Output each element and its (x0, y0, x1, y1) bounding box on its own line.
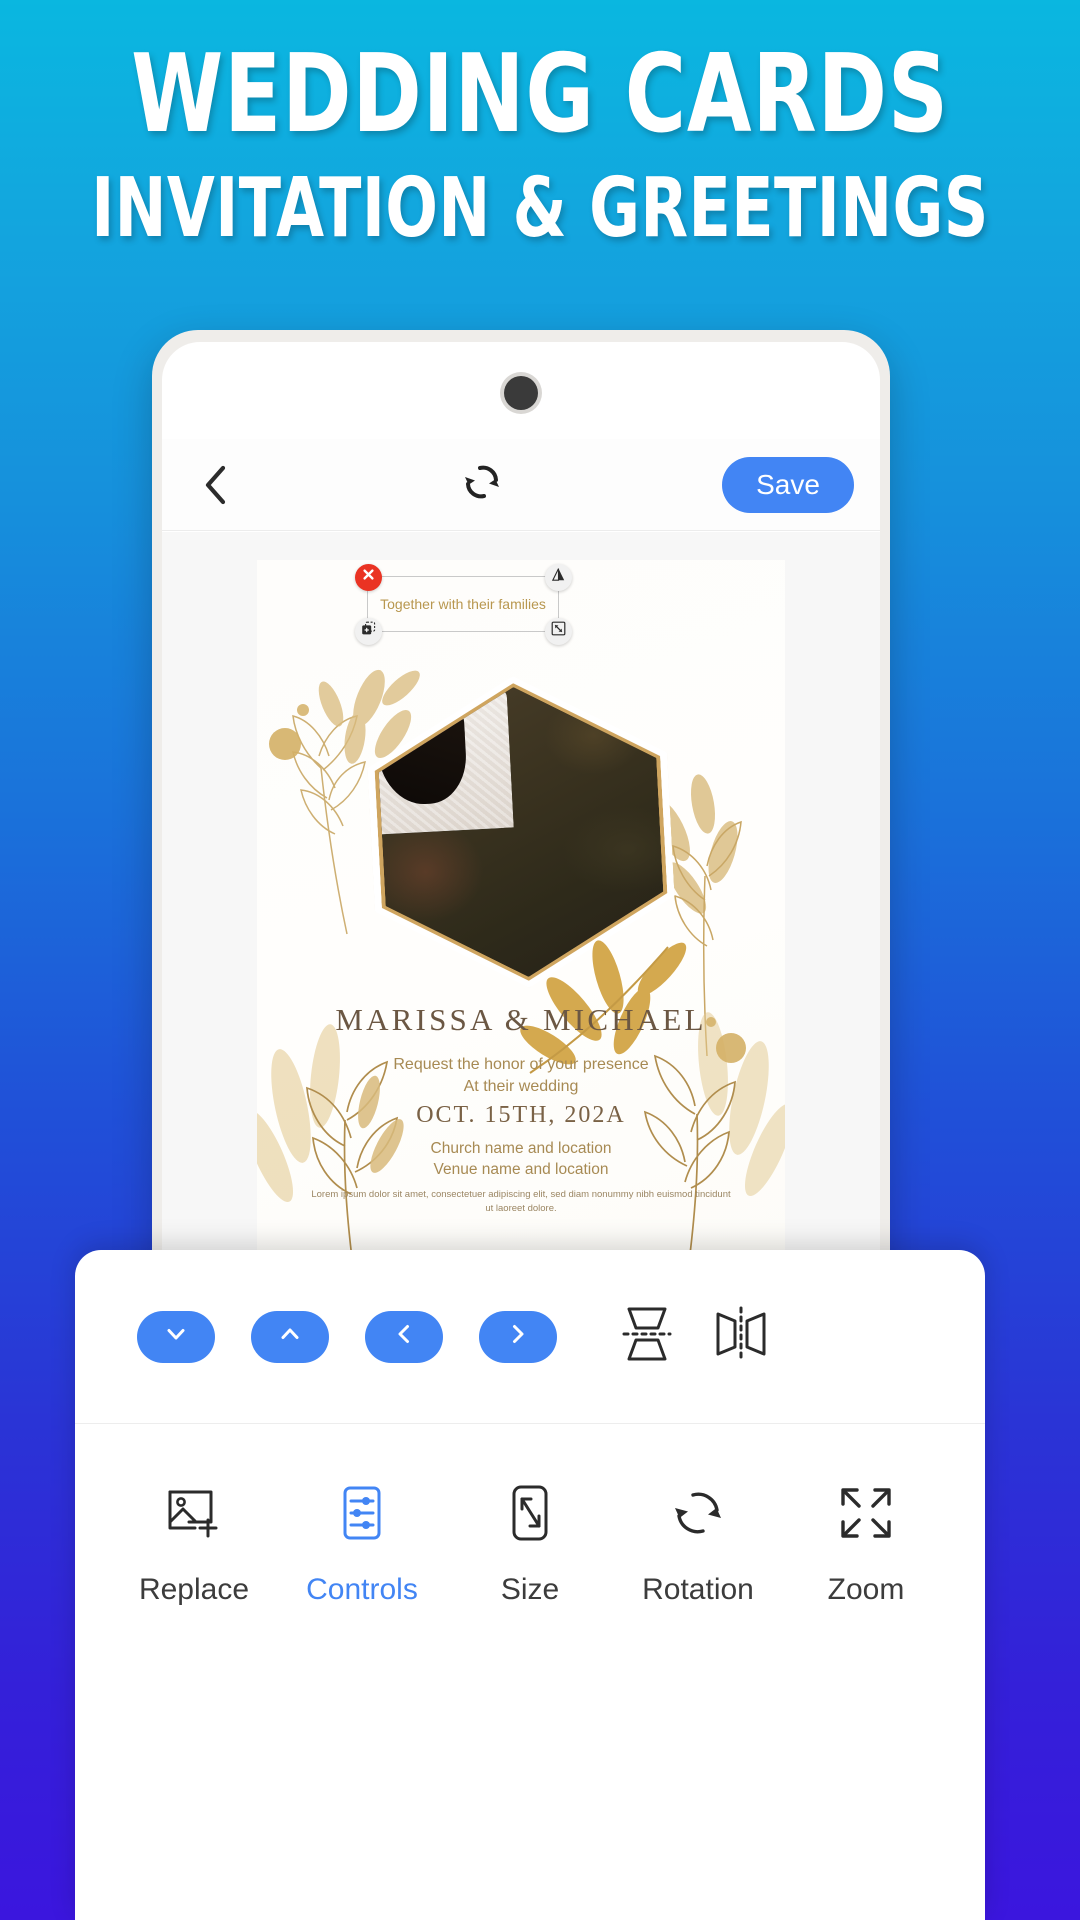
expand-arrows-icon (837, 1484, 895, 1547)
chevron-up-icon (275, 1319, 305, 1354)
flip-horizontal-button[interactable] (703, 1305, 779, 1369)
tab-size-label: Size (500, 1573, 560, 1606)
wedding-date[interactable]: OCT. 15TH, 202A (257, 1102, 785, 1129)
request-line-2: At their wedding (463, 1077, 579, 1095)
promo-title-line1: WEDDING CARDS (131, 32, 949, 157)
chevron-left-icon (202, 464, 228, 506)
couple-photo[interactable] (375, 680, 668, 984)
flip-triangle-icon (551, 567, 566, 587)
request-line-1: Request the honor of your presence (393, 1056, 649, 1073)
editor-bottom-sheet: Replace Controls Size Rotation Zoom (75, 1250, 985, 1920)
camera-punchhole-icon (504, 376, 538, 410)
delete-handle[interactable] (354, 563, 382, 591)
controls-row (75, 1250, 985, 1424)
selection-box[interactable]: Together with their families (354, 563, 572, 645)
close-x-icon (362, 568, 375, 586)
tab-replace[interactable]: Replace (119, 1484, 269, 1607)
tab-size[interactable]: Size (455, 1484, 605, 1607)
invitation-card[interactable]: MARISSA & MICHAEL Request the honor of y… (257, 560, 785, 1280)
tab-replace-label: Replace (138, 1573, 250, 1606)
venue-line-2: Venue name and location (433, 1161, 609, 1179)
venue-line-1: Church name and location (430, 1140, 612, 1157)
duplicate-handle[interactable] (354, 617, 382, 645)
resize-handle[interactable] (544, 617, 572, 645)
duplicate-icon (361, 621, 376, 641)
couple-names[interactable]: MARISSA & MICHAEL (257, 1002, 785, 1038)
venue-text[interactable]: Church name and location Venue name and … (257, 1138, 785, 1181)
move-left-button[interactable] (365, 1310, 443, 1363)
chevron-right-icon (503, 1319, 533, 1354)
tab-zoom-label: Zoom (827, 1573, 905, 1606)
selected-text-element[interactable]: Together with their families (368, 596, 558, 612)
add-image-icon (165, 1484, 223, 1547)
app-topbar: Save (162, 439, 880, 531)
save-button[interactable]: Save (722, 456, 854, 513)
tab-zoom[interactable]: Zoom (791, 1484, 941, 1607)
move-up-button[interactable] (251, 1310, 329, 1363)
rotate-icon (669, 1484, 727, 1547)
back-button[interactable] (188, 458, 242, 512)
tab-controls[interactable]: Controls (287, 1484, 437, 1607)
promo-headline: WEDDING CARDS INVITATION & GREETINGS (0, 32, 1080, 256)
move-down-button[interactable] (137, 1310, 215, 1363)
resize-diagonal-icon (501, 1484, 559, 1547)
flip-vertical-icon (620, 1305, 674, 1368)
chevron-down-icon (161, 1319, 191, 1354)
flip-vertical-button[interactable] (609, 1305, 685, 1369)
resize-diagonal-icon (551, 621, 566, 641)
sliders-icon (333, 1484, 391, 1547)
tab-controls-label: Controls (306, 1573, 418, 1606)
tab-rotation[interactable]: Rotation (623, 1484, 773, 1607)
photo-frame[interactable] (363, 668, 679, 995)
chevron-left-icon (389, 1319, 419, 1354)
refresh-rotate-icon (460, 460, 504, 509)
move-right-button[interactable] (479, 1310, 557, 1363)
promo-title-line2: INVITATION & GREETINGS (91, 160, 989, 256)
flip-horizontal-icon (714, 1305, 768, 1368)
reset-button[interactable] (453, 456, 511, 514)
editor-tab-bar: Replace Controls Size Rotation Zoom (75, 1424, 985, 1919)
request-text[interactable]: Request the honor of your presence At th… (257, 1054, 785, 1098)
tab-rotation-label: Rotation (642, 1573, 754, 1606)
fine-print[interactable]: Lorem ipsum dolor sit amet, consectetuer… (309, 1188, 733, 1216)
flip-handle[interactable] (544, 563, 572, 591)
